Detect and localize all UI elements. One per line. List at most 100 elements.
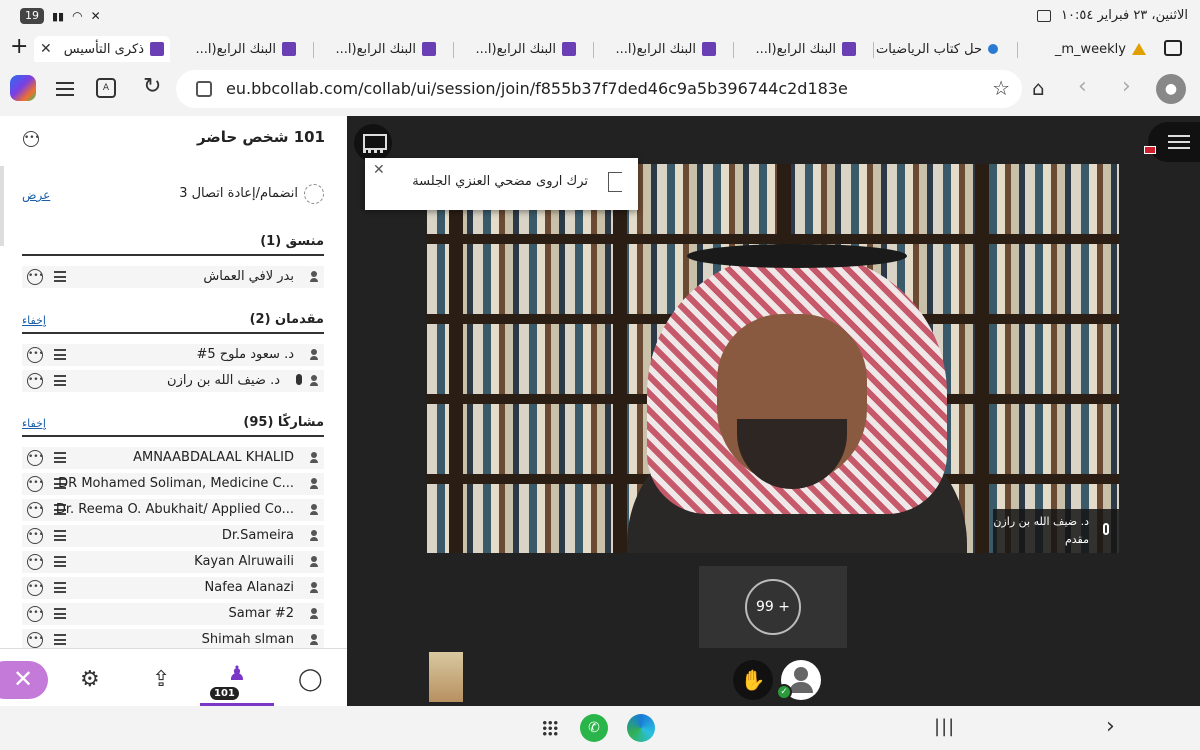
attendee-name: Dr.Sameira bbox=[221, 528, 294, 543]
url-text[interactable]: eu.bbcollab.com/collab/ui/session/join/f… bbox=[226, 79, 848, 98]
site-info-icon[interactable] bbox=[196, 81, 212, 97]
edge-browser-icon[interactable] bbox=[627, 714, 655, 742]
favorite-star-icon[interactable]: ☆ bbox=[992, 76, 1010, 100]
tab-bank-4[interactable]: البنك الرابع(ا... bbox=[312, 36, 442, 62]
recent-apps-icon[interactable]: ||| bbox=[934, 716, 955, 737]
attendee-count-badge: 101 bbox=[210, 687, 239, 700]
attendees-tab[interactable]: ♟ bbox=[200, 649, 274, 707]
tab-math-book[interactable]: حل كتاب الرياضيات bbox=[874, 36, 1004, 62]
tab-label: البنك الرابع(ا... bbox=[195, 41, 276, 57]
site-icon bbox=[150, 42, 164, 56]
content-thumbnail[interactable] bbox=[429, 652, 463, 702]
list-icon bbox=[54, 582, 66, 593]
more-options-icon[interactable]: ••• bbox=[27, 606, 44, 622]
more-options-icon[interactable]: ••• bbox=[27, 347, 44, 363]
attendee-row[interactable]: ••• د. ضيف الله بن رازن bbox=[22, 370, 324, 392]
home-icon[interactable]: ⌂ bbox=[1032, 76, 1045, 100]
screenshot-icon bbox=[1037, 9, 1052, 22]
attendee-row[interactable]: ••• Samar #2 bbox=[22, 603, 324, 625]
attendee-row[interactable]: ••• Nafea Alanazi bbox=[22, 577, 324, 599]
tab-bank-5[interactable]: البنك الرابع(ا... bbox=[172, 36, 302, 62]
tab-weekly[interactable]: m_weekly_ bbox=[1040, 36, 1152, 62]
section-presenters: إخفاء مقدمان (2) bbox=[22, 312, 324, 334]
close-panel-button[interactable]: ✕ bbox=[0, 661, 48, 699]
more-options-icon[interactable]: ••• bbox=[27, 580, 44, 596]
recording-icon bbox=[1144, 146, 1156, 154]
tab-bank-3[interactable]: البنك الرابع(ا... bbox=[452, 36, 582, 62]
speaker-role: مقدم bbox=[1064, 533, 1089, 546]
more-options-icon[interactable]: ••• bbox=[27, 450, 44, 466]
attendee-name: د. سعود ملوح 5# bbox=[196, 347, 294, 362]
person-icon bbox=[310, 349, 318, 361]
tab-label: m_weekly_ bbox=[1054, 41, 1126, 57]
person-icon bbox=[310, 556, 318, 568]
more-options-icon[interactable]: ••• bbox=[27, 269, 44, 285]
list-icon bbox=[54, 608, 66, 619]
close-tab-icon[interactable]: ✕ bbox=[40, 41, 52, 57]
speaker-name-tag: د. ضيف الله بن رازن مقدم bbox=[993, 509, 1119, 553]
forward-icon[interactable]: › bbox=[1122, 74, 1131, 99]
more-options-icon[interactable]: ••• bbox=[27, 502, 44, 518]
person-icon bbox=[310, 452, 318, 464]
leave-notification: ✕ ترك اروى مضحي العنزي الجلسة bbox=[365, 158, 638, 210]
reader-mode-icon[interactable]: A bbox=[96, 78, 116, 98]
share-content-icon[interactable]: ⇪ bbox=[152, 667, 170, 692]
status-bar: الاثنين، ٢٣ فبراير ١٠:٥٤ 19 ▮▮ ◠ ✕ bbox=[0, 0, 1200, 34]
attendee-row[interactable]: ••• بدر لافي العماش bbox=[22, 266, 324, 288]
person-icon bbox=[310, 530, 318, 542]
person-icon bbox=[310, 375, 318, 387]
back-icon[interactable]: ‹ bbox=[1078, 74, 1087, 99]
more-options-icon[interactable]: ••• bbox=[27, 632, 44, 648]
scrollbar[interactable] bbox=[0, 166, 4, 246]
session-menu-button[interactable] bbox=[1148, 122, 1200, 162]
list-icon bbox=[54, 271, 66, 282]
more-options-icon[interactable]: ••• bbox=[27, 528, 44, 544]
panel-title: 101 شخص حاضر bbox=[196, 128, 325, 146]
hide-link[interactable]: إخفاء bbox=[22, 314, 46, 327]
app-drawer-icon[interactable] bbox=[542, 720, 558, 736]
section-participants: إخفاء مشاركًا (95) bbox=[22, 415, 324, 437]
overflow-participants-tile[interactable]: 99 + bbox=[699, 566, 847, 648]
reload-icon[interactable]: ↻ bbox=[143, 74, 161, 99]
attendee-row[interactable]: ••• Dr.Sameira bbox=[22, 525, 324, 547]
attendee-name: Samar #2 bbox=[228, 606, 295, 621]
address-bar[interactable]: eu.bbcollab.com/collab/ui/session/join/f… bbox=[176, 70, 1022, 108]
more-options-icon[interactable]: ••• bbox=[27, 476, 44, 492]
list-icon bbox=[54, 634, 66, 645]
copilot-icon[interactable] bbox=[10, 75, 36, 101]
attendee-row[interactable]: ••• AMNAABDALAAL KHALID bbox=[22, 447, 324, 469]
close-notification-icon[interactable]: ✕ bbox=[373, 162, 385, 178]
layout-toggle-icon[interactable] bbox=[354, 124, 392, 162]
tab-founding-day[interactable]: ذكرى التأسيس ✕ bbox=[34, 36, 170, 62]
raise-hand-button[interactable]: ✋ bbox=[733, 660, 773, 700]
site-icon bbox=[842, 42, 856, 56]
attendee-row[interactable]: ••• د. سعود ملوح 5# bbox=[22, 344, 324, 366]
show-link[interactable]: عرض bbox=[22, 188, 50, 202]
join-person-icon bbox=[304, 184, 324, 204]
chat-icon[interactable]: ◯ bbox=[298, 667, 323, 692]
profile-icon[interactable]: ● bbox=[1156, 74, 1186, 104]
attendee-row[interactable]: ••• DR Mohamed Soliman, Medicine C... bbox=[22, 473, 324, 495]
tab-bank-1[interactable]: البنك الرابع(ا... bbox=[732, 36, 862, 62]
menu-icon[interactable] bbox=[56, 82, 74, 96]
whatsapp-icon[interactable]: ✆ bbox=[580, 714, 608, 742]
more-options-icon[interactable]: ••• bbox=[23, 131, 40, 147]
settings-gear-icon[interactable]: ⚙ bbox=[80, 667, 100, 692]
new-tab-button[interactable]: + bbox=[10, 34, 28, 59]
tab-label: ذكرى التأسيس bbox=[63, 41, 144, 57]
more-options-icon[interactable]: ••• bbox=[27, 554, 44, 570]
site-icon bbox=[562, 42, 576, 56]
hide-link[interactable]: إخفاء bbox=[22, 417, 46, 430]
more-options-icon[interactable]: ••• bbox=[27, 373, 44, 389]
list-icon bbox=[54, 530, 66, 541]
system-back-icon[interactable]: › bbox=[1106, 714, 1115, 739]
attendee-row[interactable]: ••• Dr. Reema O. Abukhait/ Applied Co... bbox=[22, 499, 324, 521]
tabs-overview-icon[interactable] bbox=[1164, 40, 1182, 56]
section-title: منسق (1) bbox=[260, 234, 324, 249]
notification-text: ترك اروى مضحي العنزي الجلسة bbox=[412, 174, 588, 189]
attendee-row[interactable]: ••• Kayan Alruwaili bbox=[22, 551, 324, 573]
site-icon bbox=[422, 42, 436, 56]
list-icon bbox=[54, 452, 66, 463]
list-icon bbox=[54, 556, 66, 567]
tab-bank-2[interactable]: البنك الرابع(ا... bbox=[592, 36, 722, 62]
